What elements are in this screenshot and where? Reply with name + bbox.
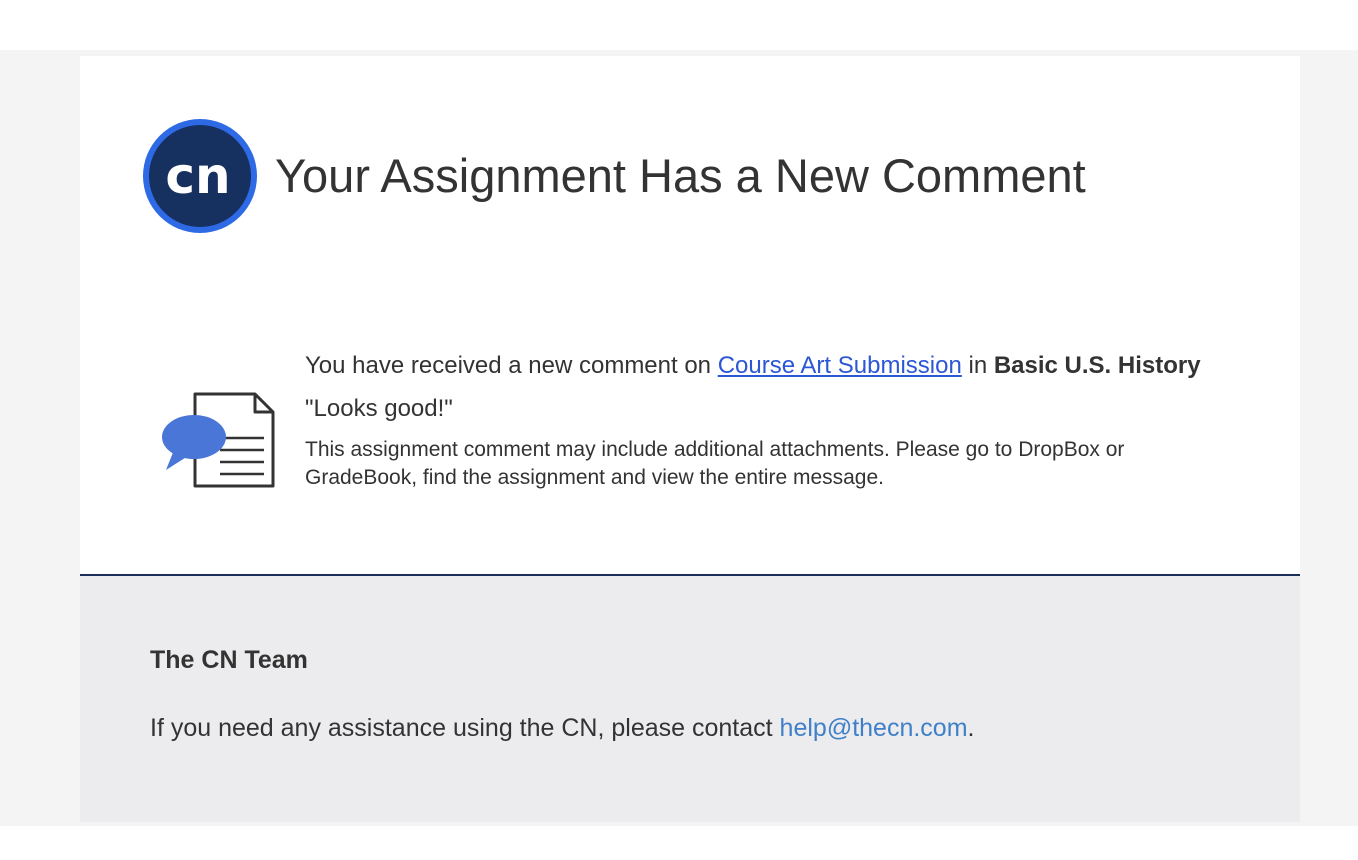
help-email-link[interactable]: help@thecn.com	[780, 714, 968, 742]
course-name: Basic U.S. History	[993, 352, 1201, 379]
attachment-note: This assignment comment may include addi…	[305, 438, 1125, 489]
team-signature: The CN Team	[150, 646, 308, 674]
cn-logo-icon: cn	[143, 119, 257, 233]
comment-intro: You have received a new comment on Cours…	[305, 346, 1240, 386]
intro-prefix: You have received a new comment on	[305, 352, 718, 379]
comment-text: "Looks good!"	[305, 395, 453, 422]
assignment-link[interactable]: Course Art Submission	[718, 352, 962, 379]
message-body: You have received a new comment on Cours…	[305, 346, 1240, 492]
comment-document-icon	[162, 392, 275, 488]
intro-mid: in	[961, 352, 994, 379]
help-suffix: .	[967, 714, 975, 742]
email-footer: The CN Team If you need any assistance u…	[80, 574, 1300, 822]
help-prefix: If you need any assistance using the CN,…	[150, 714, 780, 742]
help-text: If you need any assistance using the CN,…	[150, 714, 974, 743]
logo-text: cn	[165, 147, 230, 205]
page-title: Your Assignment Has a New Comment	[275, 149, 1086, 202]
email-card: cn Your Assignment Has a New Comment You…	[80, 56, 1300, 822]
